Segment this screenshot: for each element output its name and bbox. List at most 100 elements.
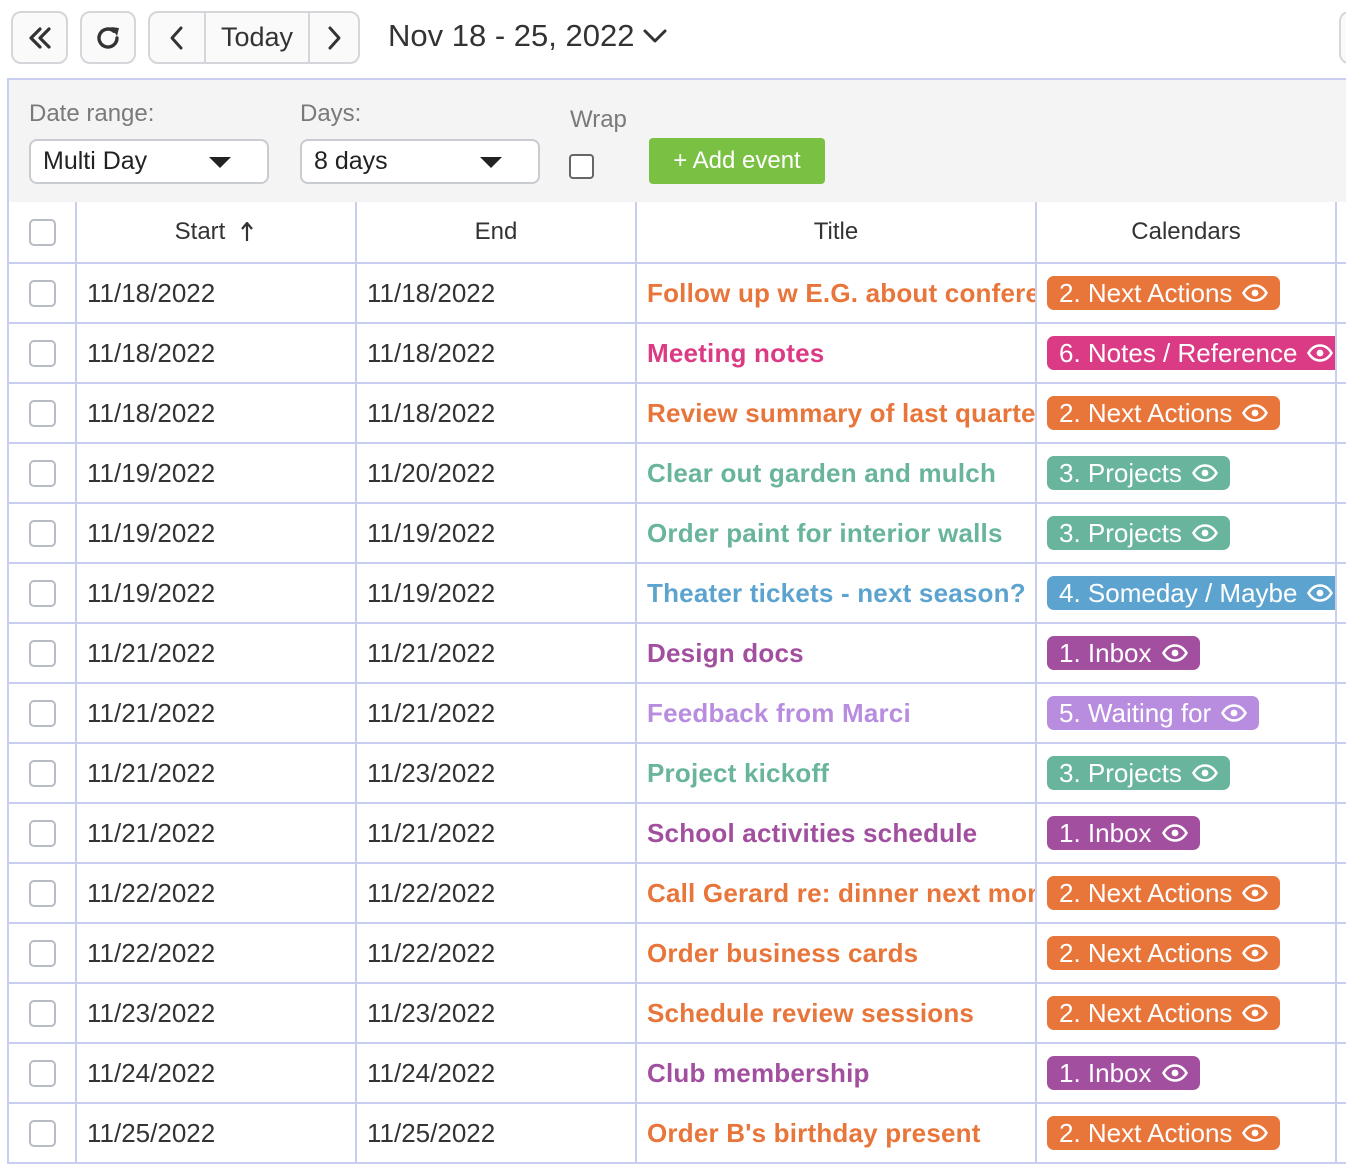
eye-icon[interactable]: [1242, 884, 1269, 902]
end-cell: 11/22/2022: [357, 864, 637, 922]
calendar-tag[interactable]: 4. Someday / Maybe: [1047, 576, 1335, 610]
date-range-picker[interactable]: Nov 18 - 25, 2022: [388, 18, 668, 54]
title-cell: Project kickoff: [637, 744, 1037, 802]
eye-icon[interactable]: [1242, 404, 1269, 422]
end-date: 11/23/2022: [367, 997, 496, 1028]
row-checkbox[interactable]: [28, 519, 56, 547]
table-row[interactable]: 11/24/2022 11/24/2022 Club membership 1. In…: [7, 1044, 1346, 1104]
calendar-tag[interactable]: 3. Projects: [1047, 756, 1230, 790]
calendar-tag[interactable]: 5. Waiting for: [1047, 696, 1260, 730]
row-checkbox[interactable]: [28, 879, 56, 907]
eye-icon[interactable]: [1307, 584, 1334, 602]
calendar-tag[interactable]: 3. Projects: [1047, 456, 1230, 490]
event-title-link[interactable]: Club membership: [647, 1058, 870, 1089]
table-row[interactable]: 11/23/2022 11/23/2022 Schedule review sess…: [7, 984, 1346, 1044]
row-checkbox[interactable]: [28, 819, 56, 847]
previous-button[interactable]: [150, 13, 206, 62]
row-checkbox[interactable]: [28, 759, 56, 787]
table-row[interactable]: 11/25/2022 11/25/2022 Order B's birthday p…: [7, 1104, 1346, 1164]
event-title-link[interactable]: Order B's birthday present: [647, 1118, 981, 1149]
eye-icon[interactable]: [1161, 644, 1188, 662]
row-checkbox[interactable]: [28, 939, 56, 967]
table-row[interactable]: 11/18/2022 11/18/2022 Review summary of la…: [7, 384, 1346, 444]
calendar-tag[interactable]: 2. Next Actions: [1047, 996, 1281, 1030]
event-title-link[interactable]: Clear out garden and mulch: [647, 458, 996, 489]
event-title-link[interactable]: Project kickoff: [647, 758, 829, 789]
event-title-link[interactable]: Follow up w E.G. about conference: [647, 278, 1035, 309]
row-checkbox[interactable]: [28, 579, 56, 607]
event-title-link[interactable]: Call Gerard re: dinner next month: [647, 878, 1035, 909]
row-checkbox[interactable]: [28, 999, 56, 1027]
event-title-link[interactable]: Feedback from Marci: [647, 698, 911, 729]
eye-icon[interactable]: [1191, 524, 1218, 542]
eye-icon[interactable]: [1221, 704, 1248, 722]
wrap-checkbox[interactable]: [569, 154, 594, 179]
table-row[interactable]: 11/21/2022 11/21/2022 School activities sc…: [7, 804, 1346, 864]
next-button[interactable]: [310, 13, 358, 62]
calendar-tag[interactable]: 2. Next Actions: [1047, 1116, 1281, 1150]
table-row[interactable]: 11/21/2022 11/21/2022 Design docs 1. Inbox: [7, 624, 1346, 684]
row-checkbox[interactable]: [28, 699, 56, 727]
calendar-tag[interactable]: 2. Next Actions: [1047, 396, 1281, 430]
table-row[interactable]: 11/19/2022 11/19/2022 Order paint for inte…: [7, 504, 1346, 564]
table-row[interactable]: 11/21/2022 11/21/2022 Feedback from Marci 5…: [7, 684, 1346, 744]
eye-icon[interactable]: [1307, 344, 1334, 362]
calendar-tag[interactable]: 2. Next Actions: [1047, 876, 1281, 910]
column-header-title[interactable]: Title: [637, 202, 1037, 262]
event-title-link[interactable]: Meeting notes: [647, 338, 824, 369]
add-event-button[interactable]: + Add event: [649, 138, 825, 184]
select-all-checkbox[interactable]: [28, 218, 56, 246]
row-checkbox[interactable]: [28, 279, 56, 307]
today-button[interactable]: Today: [206, 13, 310, 62]
row-checkbox[interactable]: [28, 1119, 56, 1147]
row-select-cell: [7, 1044, 77, 1102]
column-header-end[interactable]: End: [357, 202, 637, 262]
table-row[interactable]: 11/18/2022 11/18/2022 Meeting notes 6. Note…: [7, 324, 1346, 384]
calendar-tag[interactable]: 1. Inbox: [1047, 816, 1200, 850]
eye-icon[interactable]: [1161, 1064, 1188, 1082]
row-checkbox[interactable]: [28, 639, 56, 667]
days-select[interactable]: 8 days: [300, 139, 540, 184]
eye-icon[interactable]: [1242, 1004, 1269, 1022]
table-row[interactable]: 11/19/2022 11/19/2022 Theater tickets - ne…: [7, 564, 1346, 624]
table-row[interactable]: 11/22/2022 11/22/2022 Order business cards…: [7, 924, 1346, 984]
title-cell: Order business cards: [637, 924, 1037, 982]
calendar-tag[interactable]: 3. Projects: [1047, 516, 1230, 550]
eye-icon[interactable]: [1191, 464, 1218, 482]
eye-icon[interactable]: [1242, 284, 1269, 302]
calendar-tag[interactable]: 1. Inbox: [1047, 1056, 1200, 1090]
end-date: 11/20/2022: [367, 457, 496, 488]
column-header-calendars[interactable]: Calendars: [1037, 202, 1337, 262]
event-title-link[interactable]: Schedule review sessions: [647, 998, 974, 1029]
event-title-link[interactable]: Order paint for interior walls: [647, 518, 1003, 549]
refresh-button[interactable]: [80, 11, 136, 64]
table-row[interactable]: 11/22/2022 11/22/2022 Call Gerard re: dinn…: [7, 864, 1346, 924]
row-checkbox[interactable]: [28, 399, 56, 427]
calendar-tag[interactable]: 2. Next Actions: [1047, 936, 1281, 970]
calendar-tag[interactable]: 2. Next Actions: [1047, 276, 1281, 310]
row-checkbox[interactable]: [28, 339, 56, 367]
event-title-link[interactable]: Order business cards: [647, 938, 918, 969]
table-row[interactable]: 11/21/2022 11/23/2022 Project kickoff 3. Pr…: [7, 744, 1346, 804]
table-row[interactable]: 11/19/2022 11/20/2022 Clear out garden and…: [7, 444, 1346, 504]
end-date: 11/21/2022: [367, 637, 496, 668]
calendar-tag-label: 2. Next Actions: [1059, 997, 1233, 1028]
event-title-link[interactable]: Review summary of last quarter: [647, 398, 1035, 429]
calendar-tag[interactable]: 1. Inbox: [1047, 636, 1200, 670]
row-checkbox[interactable]: [28, 459, 56, 487]
calendar-tag[interactable]: 6. Notes / Reference: [1047, 336, 1335, 370]
column-header-start[interactable]: Start: [77, 202, 357, 262]
event-title-link[interactable]: Design docs: [647, 638, 804, 669]
collapse-sidebar-button[interactable]: [11, 11, 68, 64]
eye-icon[interactable]: [1161, 824, 1188, 842]
event-title-link[interactable]: School activities schedule: [647, 818, 977, 849]
view-button[interactable]: [1339, 11, 1346, 64]
date-range-select[interactable]: Multi Day: [29, 139, 269, 184]
start-cell: 11/21/2022: [77, 744, 357, 802]
eye-icon[interactable]: [1242, 1124, 1269, 1142]
event-title-link[interactable]: Theater tickets - next season?: [647, 578, 1026, 609]
table-row[interactable]: 11/18/2022 11/18/2022 Follow up w E.G. abo…: [7, 264, 1346, 324]
eye-icon[interactable]: [1242, 944, 1269, 962]
row-checkbox[interactable]: [28, 1059, 56, 1087]
eye-icon[interactable]: [1191, 764, 1218, 782]
